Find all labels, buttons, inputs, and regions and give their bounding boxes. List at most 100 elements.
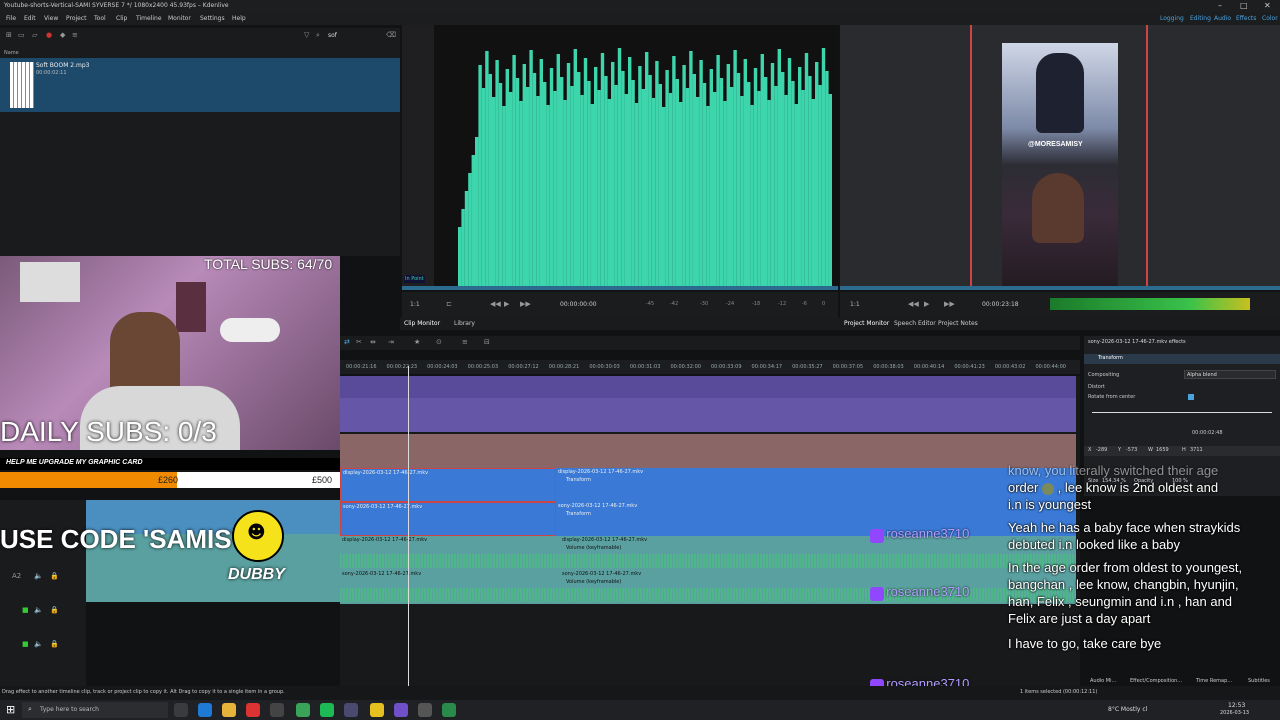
razor-tool-icon[interactable]: ✂ [356,338,362,346]
timeline-clip-sony-selected[interactable]: sony-2026-03-12 17-46-27.mkv [340,502,556,536]
insert-icon[interactable]: ⇥ [388,338,394,346]
app-icon[interactable] [394,703,408,717]
clip-timecode[interactable]: 00:00:00:00 [560,301,597,308]
rewind-icon[interactable]: ◀◀ [908,300,919,308]
menu-project[interactable]: Project [66,15,87,22]
h-input[interactable]: 3711 [1190,447,1203,453]
clear-search-icon[interactable]: ⌫ [386,31,396,39]
weather-text[interactable]: 8°C Mostly cl [1108,706,1147,713]
effect-header-row[interactable]: Transform [1084,354,1280,364]
tab-effect-composition[interactable]: Effect/Composition... [1130,678,1182,684]
record-icon[interactable]: ● [46,31,52,39]
edge-icon[interactable] [198,703,212,717]
menu-edit[interactable]: Edit [24,15,36,22]
close-icon[interactable]: ✕ [1264,1,1271,10]
tab-project-monitor[interactable]: Project Monitor [844,320,889,327]
app-icon[interactable] [442,703,456,717]
y-input[interactable]: -573 [1126,447,1137,453]
rotate-checkbox[interactable] [1188,394,1194,400]
lock-icon[interactable]: 🔒 [50,640,59,648]
workspace-editing[interactable]: Editing [1190,15,1211,22]
menu-tool[interactable]: Tool [94,15,106,22]
forward-icon[interactable]: ▶▶ [520,300,531,308]
workspace-color[interactable]: Color [1262,15,1278,22]
tab-library[interactable]: Library [454,320,475,327]
taskbar-search-input[interactable]: Type here to search [40,706,99,713]
timeline-ruler[interactable]: 00:00:21:16 00:00:22:23 00:00:24:03 00:00:2… [340,360,1080,374]
menu-monitor[interactable]: Monitor [168,15,191,22]
tab-subtitles[interactable]: Subtitles [1248,678,1270,684]
rewind-icon[interactable]: ◀◀ [490,300,501,308]
project-zoom-label[interactable]: 1:1 [850,301,860,308]
project-timecode[interactable]: 00:00:23:18 [982,301,1019,308]
folder-open-icon[interactable]: ▱ [32,31,37,39]
app-icon[interactable] [246,703,260,717]
app-icon[interactable] [370,703,384,717]
menu-icon[interactable]: ≡ [72,31,78,39]
tab-project-notes[interactable]: Project Notes [938,320,978,327]
timeline-clip-display[interactable]: display-2026-03-12 17-46-27.mkv [340,468,556,502]
search-icon[interactable]: ⌕ [316,31,320,40]
task-view-icon[interactable] [174,703,188,717]
clock-time[interactable]: 12:53 [1228,702,1245,709]
keyframe-track[interactable] [1092,412,1272,413]
in-point-icon[interactable]: ⊏ [446,300,452,308]
video-track-purple[interactable] [340,376,1076,398]
x-input[interactable]: -289 [1096,447,1107,453]
menu-help[interactable]: Help [232,15,246,22]
mute-icon[interactable]: 🔈 [34,640,43,648]
tab-clip-monitor[interactable]: Clip Monitor [404,320,440,327]
app-icon[interactable] [418,703,432,717]
bin-search-input[interactable]: sof [328,32,337,39]
menu-file[interactable]: File [6,15,16,22]
tab-audio-mixer[interactable]: Audio Mi... [1090,678,1116,684]
bin-clip-row[interactable]: Soft BOOM 2.mp3 00:00:02:11 [0,58,400,112]
compositing-select[interactable]: Alpha blend [1184,370,1276,379]
kdenlive-icon[interactable] [344,703,358,717]
mute-icon[interactable]: 🔈 [34,572,43,580]
clip-zoom-label[interactable]: 1:1 [410,301,420,308]
lock-icon[interactable]: 🔒 [50,572,59,580]
workspace-audio[interactable]: Audio [1214,15,1231,22]
clock-date[interactable]: 2026-03-13 [1220,710,1249,716]
tag-icon[interactable]: ◆ [60,31,65,39]
snap-icon[interactable]: ⊙ [436,338,442,346]
tab-speech-editor[interactable]: Speech Editor [894,320,936,327]
menu-view[interactable]: View [44,15,58,22]
mute-icon[interactable]: 🔈 [34,606,43,614]
forward-icon[interactable]: ▶▶ [944,300,955,308]
clip-monitor-seekbar[interactable] [402,286,838,290]
workspace-logging[interactable]: Logging [1160,15,1184,22]
taskbar-search[interactable]: ⌕ Type here to search [22,702,168,718]
timeline-settings-icon[interactable]: ⊟ [484,338,490,346]
menu-clip[interactable]: Clip [116,15,127,22]
chrome-icon[interactable] [296,703,310,717]
favorite-icon[interactable]: ★ [414,338,420,346]
project-monitor-seekbar[interactable] [840,286,1280,290]
tab-time-remap[interactable]: Time Remap... [1196,678,1232,684]
filter-icon[interactable]: ▽ [304,31,309,39]
maximize-icon[interactable]: □ [1240,1,1248,10]
effect-timecode[interactable]: 00:00:02:48 [1192,430,1223,436]
add-clip-icon[interactable]: ⊞ [6,31,12,39]
minimize-icon[interactable]: – [1218,1,1222,10]
file-explorer-icon[interactable] [222,703,236,717]
playhead[interactable] [408,366,409,686]
w-input[interactable]: 1659 [1156,447,1169,453]
app-icon[interactable] [270,703,284,717]
select-tool-icon[interactable]: ⇄ [344,338,350,346]
clip-monitor[interactable]: In Point [402,25,838,287]
lock-icon[interactable]: 🔒 [50,606,59,614]
video-track-purple-2[interactable] [340,398,1076,432]
folder-icon[interactable]: ▭ [18,31,25,39]
project-monitor[interactable]: @MORESAMISY [840,25,1280,287]
menu-timeline[interactable]: Timeline [136,15,162,22]
timeline-clip-display-2[interactable]: display-2026-03-12 17-46-27.mkv Transfor… [556,468,1076,502]
windows-start-icon[interactable]: ⊞ [6,703,15,716]
play-icon[interactable]: ▶ [504,300,509,308]
timeline-menu-icon[interactable]: ≡ [462,338,468,346]
menu-settings[interactable]: Settings [200,15,225,22]
play-icon[interactable]: ▶ [924,300,929,308]
spotify-icon[interactable] [320,703,334,717]
video-track-brown[interactable] [340,434,1076,468]
